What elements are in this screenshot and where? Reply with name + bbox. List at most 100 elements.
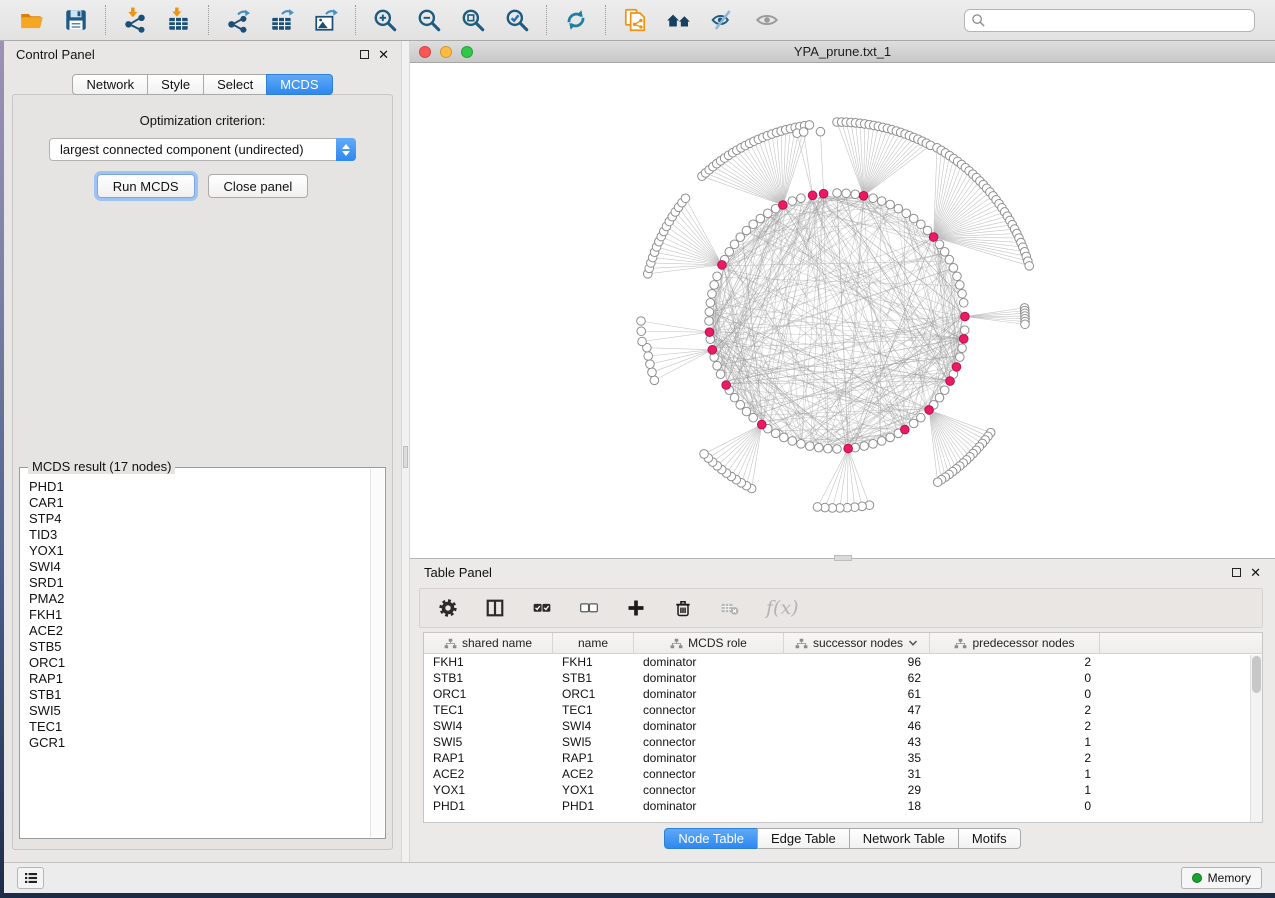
duplicate-network-icon[interactable] (620, 5, 650, 35)
column-header-successor-nodes[interactable]: successor nodes (784, 633, 930, 653)
table-row[interactable]: STB1STB1dominator620 (424, 670, 1262, 686)
mcds-result-item[interactable]: SWI4 (29, 559, 370, 575)
window-maximize-icon[interactable] (461, 46, 473, 58)
network-node[interactable] (771, 429, 780, 438)
zoom-in-icon[interactable] (370, 5, 400, 35)
run-mcds-button[interactable]: Run MCDS (97, 174, 195, 198)
zoom-selected-icon[interactable] (502, 5, 532, 35)
network-node[interactable] (940, 386, 949, 395)
zoom-out-icon[interactable] (414, 5, 444, 35)
hide-selected-icon[interactable] (708, 5, 738, 35)
network-node[interactable] (730, 393, 739, 402)
float-panel-icon[interactable] (1232, 568, 1241, 577)
table-row[interactable]: TEC1TEC1connector472 (424, 702, 1262, 718)
column-header-shared-name[interactable]: shared name (424, 633, 553, 653)
column-header-name[interactable]: name (553, 633, 634, 653)
network-hub-node[interactable] (708, 345, 717, 354)
mcds-result-item[interactable]: PMA2 (29, 591, 370, 607)
network-hub-node[interactable] (705, 328, 714, 337)
task-history-button[interactable] (17, 867, 44, 889)
table-row[interactable]: SWI5SWI5connector431 (424, 734, 1262, 750)
network-node[interactable] (710, 281, 719, 290)
select-all-columns-icon[interactable] (531, 597, 553, 619)
network-leaf-node[interactable] (637, 327, 646, 336)
network-hub-node[interactable] (859, 191, 868, 200)
refresh-icon[interactable] (561, 5, 591, 35)
network-node[interactable] (814, 443, 823, 452)
network-hub-node[interactable] (946, 377, 955, 386)
import-table-icon[interactable] (164, 5, 194, 35)
tab-node-table[interactable]: Node Table (664, 828, 758, 849)
network-node[interactable] (706, 298, 715, 307)
mcds-result-item[interactable]: ORC1 (29, 655, 370, 671)
network-node[interactable] (877, 197, 886, 206)
network-node[interactable] (797, 440, 806, 449)
network-node[interactable] (949, 264, 958, 273)
network-node[interactable] (894, 204, 903, 213)
table-row[interactable]: ACE2ACE2connector311 (424, 766, 1262, 782)
network-leaf-node[interactable] (644, 352, 653, 361)
mcds-result-item[interactable]: TID3 (29, 527, 370, 543)
network-node[interactable] (749, 220, 758, 229)
network-node[interactable] (860, 442, 869, 451)
tab-network[interactable]: Network (72, 74, 148, 95)
mcds-result-item[interactable]: FKH1 (29, 607, 370, 623)
column-header-mcds-role[interactable]: MCDS role (634, 633, 784, 653)
mcds-result-item[interactable]: ACE2 (29, 623, 370, 639)
network-hub-node[interactable] (757, 420, 766, 429)
network-node[interactable] (935, 240, 944, 249)
settings-gear-icon[interactable] (437, 597, 459, 619)
network-node[interactable] (959, 298, 968, 307)
horizontal-splitter-handle[interactable] (834, 555, 852, 561)
network-node[interactable] (958, 344, 967, 353)
mcds-result-item[interactable]: STB1 (29, 687, 370, 703)
network-node[interactable] (909, 214, 918, 223)
network-node[interactable] (956, 281, 965, 290)
mcds-result-item[interactable]: STP4 (29, 511, 370, 527)
network-hub-node[interactable] (929, 233, 938, 242)
network-node[interactable] (805, 442, 814, 451)
network-node[interactable] (869, 440, 878, 449)
network-window-titlebar[interactable]: YPA_prune.txt_1 (410, 41, 1275, 63)
table-row[interactable]: SWI4SWI4dominator462 (424, 718, 1262, 734)
tab-style[interactable]: Style (147, 74, 204, 95)
close-panel-icon[interactable]: ✕ (1250, 566, 1261, 579)
network-leaf-node[interactable] (805, 121, 814, 130)
network-node[interactable] (833, 445, 842, 454)
network-node[interactable] (708, 289, 717, 298)
network-node[interactable] (713, 272, 722, 281)
search-input[interactable] (964, 9, 1255, 32)
add-column-icon[interactable] (625, 597, 647, 619)
network-leaf-node[interactable] (648, 368, 657, 377)
network-leaf-node[interactable] (638, 337, 647, 346)
network-hub-node[interactable] (901, 425, 910, 434)
network-node[interactable] (763, 209, 772, 218)
network-leaf-node[interactable] (650, 376, 659, 385)
show-all-icon[interactable] (752, 5, 782, 35)
network-hub-node[interactable] (961, 312, 970, 321)
close-panel-icon[interactable]: ✕ (378, 48, 389, 61)
network-hub-node[interactable] (952, 363, 961, 372)
mcds-result-item[interactable]: CAR1 (29, 495, 370, 511)
network-node[interactable] (869, 194, 878, 203)
window-close-icon[interactable] (419, 46, 431, 58)
export-image-icon[interactable] (311, 5, 341, 35)
network-node[interactable] (877, 437, 886, 446)
network-node[interactable] (902, 209, 911, 218)
network-hub-node[interactable] (844, 444, 853, 453)
network-leaf-node[interactable] (1021, 320, 1030, 329)
mcds-result-item[interactable]: RAP1 (29, 671, 370, 687)
network-node[interactable] (945, 255, 954, 264)
table-row[interactable]: FKH1FKH1dominator962 (424, 654, 1262, 670)
mcds-result-item[interactable]: TEC1 (29, 719, 370, 735)
network-node[interactable] (851, 190, 860, 199)
network-node[interactable] (935, 393, 944, 402)
network-node[interactable] (956, 353, 965, 362)
network-hub-node[interactable] (779, 201, 788, 210)
network-leaf-node[interactable] (700, 450, 709, 459)
network-canvas[interactable] (410, 63, 1275, 558)
network-leaf-node[interactable] (637, 317, 646, 326)
delete-column-icon[interactable] (672, 597, 694, 619)
export-network-icon[interactable] (223, 5, 253, 35)
splitter-handle[interactable] (403, 446, 408, 468)
